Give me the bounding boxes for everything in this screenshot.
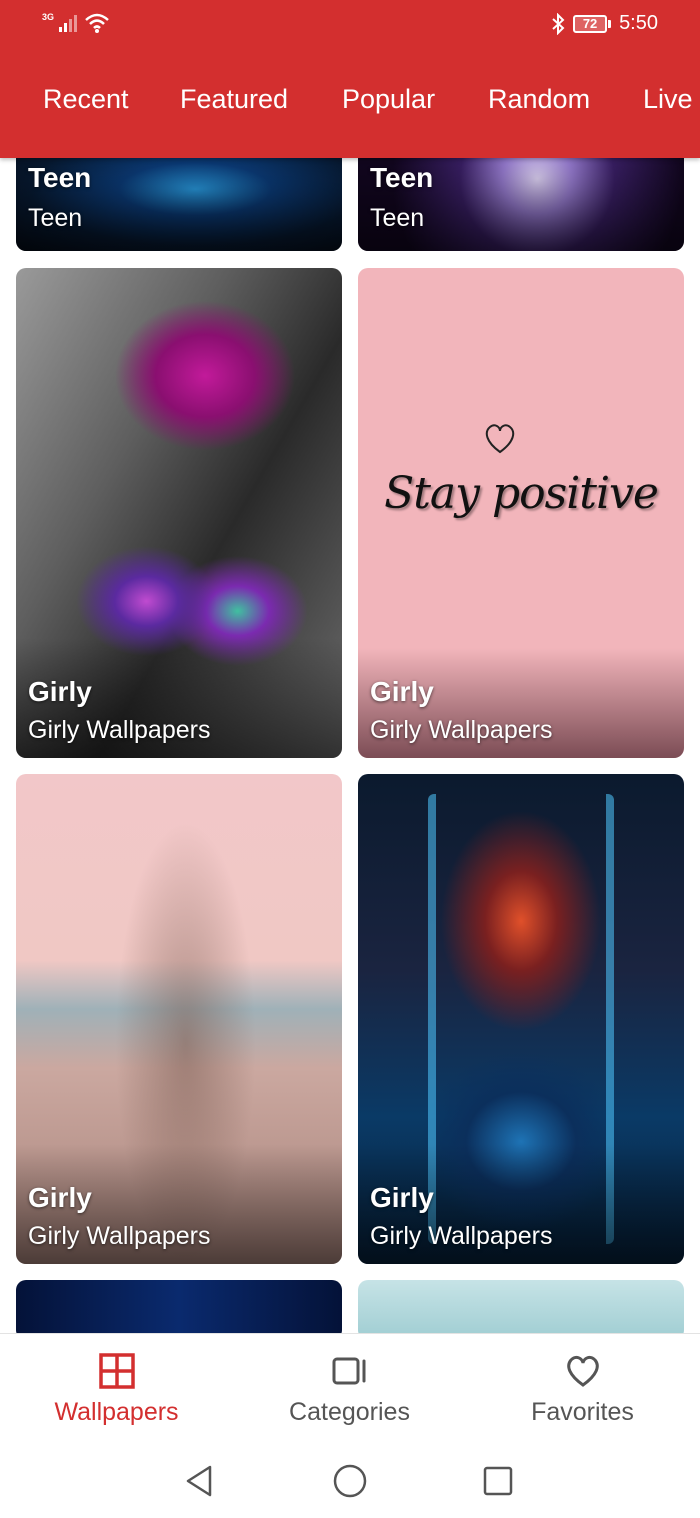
grid-icon (98, 1353, 135, 1389)
card-subtitle: Girly Wallpapers (370, 1222, 553, 1250)
system-nav-bar (0, 1443, 700, 1518)
card-title: Girly (370, 1182, 434, 1213)
nav-label: Wallpapers (54, 1398, 179, 1426)
app-header: 3G 72 5:50 Recent Featured Popular Rando… (0, 0, 700, 158)
home-icon[interactable] (330, 1461, 370, 1501)
nav-label: Categories (289, 1398, 410, 1426)
wallpaper-card[interactable]: Stay positive Girly Girly Wallpapers (358, 268, 684, 758)
wallpaper-grid: Teen Teen Teen Teen Girly Girly Wallpape… (0, 158, 700, 1333)
wallpaper-card[interactable]: Girly Girly Wallpapers (358, 774, 684, 1264)
network-type: 3G (42, 12, 55, 22)
status-bar: 3G 72 5:50 (0, 0, 700, 50)
wallpaper-quote: Stay positive (384, 468, 659, 519)
heart-doodle-icon (485, 424, 515, 454)
card-title: Teen (28, 162, 92, 193)
card-title: Girly (28, 1182, 92, 1213)
battery-level: 72 (573, 14, 608, 33)
tab-bar: Recent Featured Popular Random Live (0, 78, 700, 130)
tab-random[interactable]: Random (488, 84, 590, 115)
card-subtitle: Teen (370, 204, 425, 232)
signal-icon (59, 15, 78, 32)
card-subtitle: Teen (28, 204, 83, 232)
nav-favorites[interactable]: Favorites (466, 1334, 699, 1444)
card-subtitle: Girly Wallpapers (28, 716, 211, 744)
bluetooth-icon (552, 12, 565, 35)
status-right: 72 5:50 (551, 12, 658, 35)
wallpaper-card[interactable] (16, 1280, 342, 1333)
tab-featured[interactable]: Featured (180, 84, 288, 115)
tab-live[interactable]: Live (643, 84, 693, 115)
card-title: Girly (28, 676, 92, 707)
tab-recent[interactable]: Recent (43, 84, 129, 115)
bottom-nav: Wallpapers Categories Favorites (0, 1333, 700, 1443)
wallpaper-card[interactable]: Teen Teen (16, 158, 342, 251)
battery-icon: 72 (573, 14, 612, 33)
heart-icon (566, 1355, 599, 1387)
nav-categories[interactable]: Categories (233, 1334, 466, 1444)
wallpaper-card[interactable]: Girly Girly Wallpapers (16, 268, 342, 758)
categories-icon (332, 1357, 365, 1385)
wallpaper-card[interactable]: Girly Girly Wallpapers (16, 774, 342, 1264)
back-icon[interactable] (180, 1461, 220, 1501)
nav-label: Favorites (531, 1398, 634, 1426)
recents-icon[interactable] (478, 1461, 518, 1501)
wallpaper-card[interactable] (358, 1280, 684, 1333)
card-title: Girly (370, 676, 434, 707)
nav-wallpapers[interactable]: Wallpapers (0, 1334, 233, 1444)
wallpaper-card[interactable]: Teen Teen (358, 158, 684, 251)
status-left: 3G (42, 12, 110, 34)
clock: 5:50 (619, 12, 658, 34)
card-subtitle: Girly Wallpapers (370, 716, 553, 744)
card-title: Teen (370, 162, 434, 193)
card-subtitle: Girly Wallpapers (28, 1222, 211, 1250)
wifi-icon (85, 13, 109, 33)
tab-popular[interactable]: Popular (342, 84, 435, 115)
